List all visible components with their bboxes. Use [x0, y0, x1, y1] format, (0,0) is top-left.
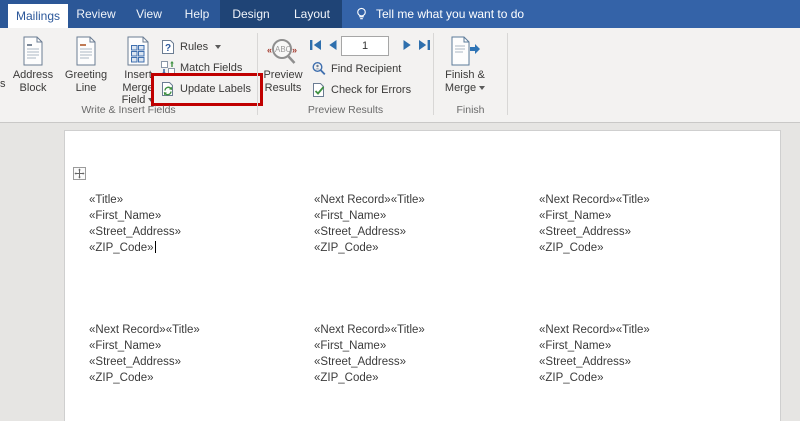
merge-field-line: «ZIP_Code» — [314, 372, 379, 384]
find-recipient-icon — [312, 61, 326, 76]
preview-results-label-1: Preview — [263, 69, 303, 81]
contextual-tab-group: Design Layout — [220, 0, 342, 28]
greeting-line-icon — [60, 33, 112, 69]
tell-me-box[interactable]: Tell me what you want to do — [342, 0, 800, 28]
svg-text:?: ? — [165, 43, 171, 54]
label-cell[interactable]: «Next Record»«Title» «First_Name» «Stree… — [89, 322, 304, 386]
merge-field-line: «Next Record»«Title» — [314, 324, 425, 336]
tab-review[interactable]: Review — [68, 0, 124, 28]
svg-text:»: » — [292, 45, 297, 55]
table-move-handle-icon[interactable] — [73, 167, 86, 180]
preview-results-label-2: Results — [264, 81, 302, 94]
merge-field-line: «ZIP_Code» — [539, 372, 604, 384]
merge-field-line: «First_Name» — [539, 340, 612, 352]
tab-layout[interactable]: Layout — [282, 0, 342, 28]
group-divider — [433, 33, 434, 115]
clipped-button-label[interactable]: s — [0, 78, 7, 90]
preview-results-icon: « ABC » — [260, 33, 306, 69]
greeting-line-label-1: Greeting — [64, 69, 108, 81]
group-label-finish: Finish — [456, 104, 485, 116]
next-record-button[interactable] — [400, 38, 415, 52]
group-divider — [257, 33, 258, 115]
merge-field-line: «First_Name» — [89, 210, 162, 222]
label-cell[interactable]: «Next Record»«Title» «First_Name» «Stree… — [539, 322, 754, 386]
merge-field-line: «ZIP_Code» — [314, 242, 379, 254]
address-block-icon — [7, 33, 59, 69]
tab-design[interactable]: Design — [220, 0, 282, 28]
merge-field-line: «ZIP_Code» — [89, 242, 154, 254]
merge-field-line: «Street_Address» — [539, 356, 632, 368]
check-for-errors-button[interactable]: Check for Errors — [311, 80, 411, 100]
merge-field-line: «Street_Address» — [89, 226, 182, 238]
merge-field-line: «Next Record»«Title» — [539, 324, 650, 336]
word-window: Mailings Review View Help Design Layout … — [0, 0, 800, 421]
merge-field-line: «First_Name» — [314, 210, 387, 222]
ribbon: s Address Block Greeting Line Insert Mer… — [0, 28, 800, 123]
chevron-down-icon — [215, 45, 222, 49]
first-record-button[interactable] — [308, 38, 323, 52]
check-for-errors-icon — [313, 83, 325, 97]
label-cell[interactable]: «Next Record»«Title» «First_Name» «Stree… — [539, 192, 754, 256]
finish-merge-icon — [440, 33, 490, 69]
finish-merge-button[interactable]: Finish & Merge — [440, 33, 490, 101]
label-cell[interactable]: «Next Record»«Title» «First_Name» «Stree… — [314, 192, 529, 256]
check-for-errors-label: Check for Errors — [331, 84, 412, 96]
tab-help[interactable]: Help — [174, 0, 220, 28]
address-block-label-2: Block — [19, 81, 47, 94]
merge-field-line: «First_Name» — [89, 340, 162, 352]
rules-label: Rules — [180, 41, 209, 53]
greeting-line-button[interactable]: Greeting Line — [60, 33, 112, 101]
merge-field-line: «ZIP_Code» — [89, 372, 154, 384]
last-record-icon — [418, 40, 430, 50]
merge-field-line: «Street_Address» — [539, 226, 632, 238]
text-cursor — [154, 241, 156, 253]
label-cell[interactable]: «Title» «First_Name» «Street_Address» «Z… — [89, 192, 304, 256]
finish-merge-label-1: Finish & — [445, 69, 485, 81]
last-record-button[interactable] — [416, 38, 431, 52]
merge-field-line: «Street_Address» — [89, 356, 182, 368]
svg-text:«: « — [267, 45, 272, 55]
merge-field-line: «First_Name» — [539, 210, 612, 222]
record-number-input[interactable] — [341, 36, 389, 56]
lightbulb-icon — [357, 7, 366, 20]
tell-me-label: Tell me what you want to do — [376, 7, 525, 21]
document-page[interactable]: «Title» «First_Name» «Street_Address» «Z… — [64, 130, 781, 421]
address-block-label-1: Address — [12, 69, 54, 81]
tabbar-spacer — [0, 0, 8, 28]
merge-field-line: «Next Record»«Title» — [314, 194, 425, 206]
find-recipient-label: Find Recipient — [331, 63, 402, 75]
rules-button[interactable]: ? Rules — [160, 37, 222, 57]
tab-mailings[interactable]: Mailings — [8, 4, 68, 28]
merge-field-line: «Next Record»«Title» — [539, 194, 650, 206]
merge-field-line: «ZIP_Code» — [539, 242, 604, 254]
rules-icon: ? — [162, 40, 174, 54]
first-record-icon — [309, 40, 321, 50]
merge-field-line: «Title» — [89, 194, 124, 206]
preview-results-button[interactable]: « ABC » Preview Results — [260, 33, 306, 101]
greeting-line-label-2: Line — [75, 81, 97, 94]
find-recipient-button[interactable]: Find Recipient — [311, 59, 401, 79]
previous-record-icon — [329, 40, 337, 50]
chevron-down-icon — [479, 85, 486, 90]
document-area: «Title» «First_Name» «Street_Address» «Z… — [0, 123, 800, 421]
insert-merge-field-icon — [110, 33, 166, 69]
tab-view[interactable]: View — [124, 0, 174, 28]
merge-field-line: «Street_Address» — [314, 226, 407, 238]
address-block-button[interactable]: Address Block — [7, 33, 59, 101]
highlight-rectangle — [151, 73, 263, 106]
group-divider — [507, 33, 508, 115]
ribbon-tab-bar: Mailings Review View Help Design Layout … — [0, 0, 800, 28]
merge-field-line: «Street_Address» — [314, 356, 407, 368]
finish-merge-label-2: Merge — [444, 81, 477, 94]
merge-field-line: «Next Record»«Title» — [89, 324, 200, 336]
previous-record-button[interactable] — [325, 38, 340, 52]
merge-field-line: «First_Name» — [314, 340, 387, 352]
label-cell[interactable]: «Next Record»«Title» «First_Name» «Stree… — [314, 322, 529, 386]
next-record-icon — [403, 40, 411, 50]
group-label-preview-results: Preview Results — [307, 104, 384, 116]
group-label-write-insert: Write & Insert Fields — [81, 104, 176, 116]
